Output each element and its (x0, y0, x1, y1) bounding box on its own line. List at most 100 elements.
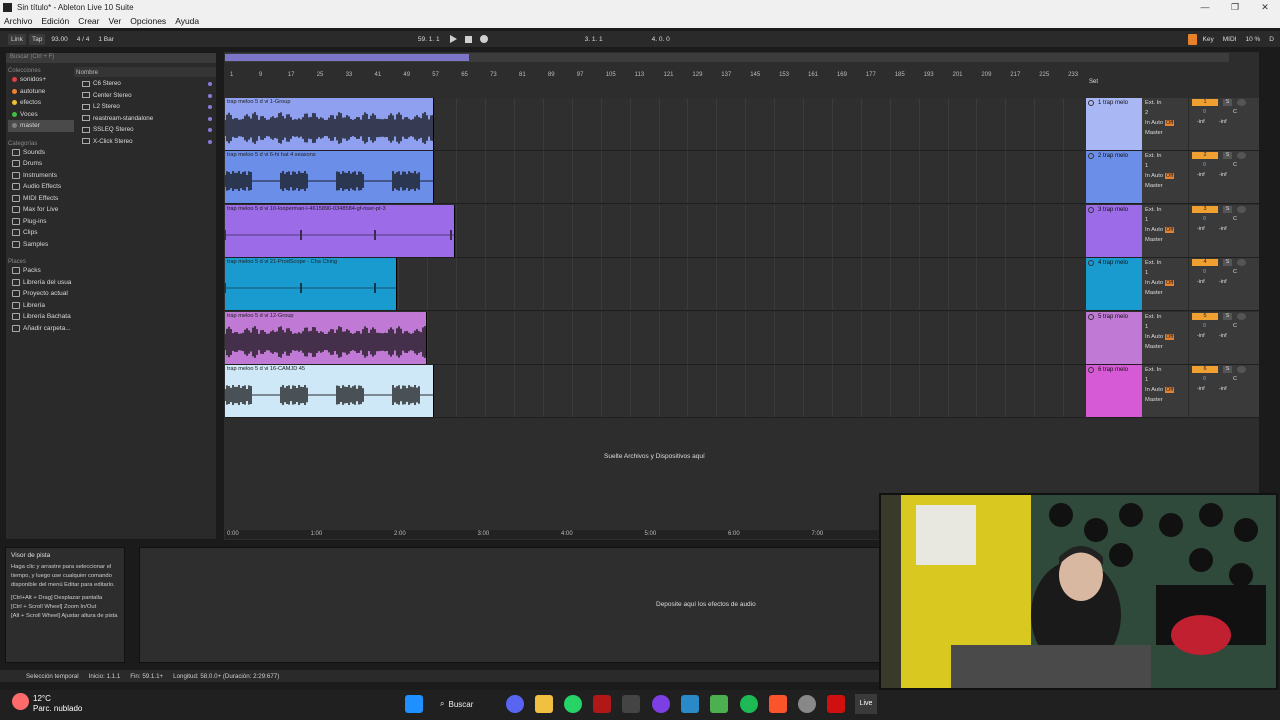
track-activator-button[interactable]: 3 (1192, 205, 1218, 213)
collection-item[interactable]: sonidos+ (8, 74, 74, 86)
menu-edicion[interactable]: Edición (41, 16, 69, 26)
input-channel-select[interactable]: 1 (1142, 161, 1188, 171)
weather-widget[interactable]: 12°C Parc. nublado (33, 694, 82, 714)
solo-button[interactable]: S (1223, 99, 1232, 106)
windows-start-icon[interactable] (405, 695, 423, 713)
place-item[interactable]: Librería del usua (8, 277, 74, 289)
monitor-auto-button[interactable]: Auto (1151, 173, 1163, 179)
fold-icon[interactable] (1088, 367, 1094, 373)
collection-item[interactable]: efectos (8, 97, 74, 109)
track-name[interactable]: 2 trap melo (1086, 151, 1142, 159)
monitor-auto-button[interactable]: Auto (1151, 280, 1163, 286)
input-type-select[interactable]: Ext. In (1142, 312, 1188, 322)
category-item[interactable]: Instruments (8, 170, 74, 182)
browser-search-input[interactable]: Buscar (Ctrl + F) (6, 53, 216, 63)
monitor-off-button[interactable]: Off (1164, 120, 1175, 126)
file-item[interactable]: Center Stereo (74, 90, 216, 102)
audio-clip[interactable]: trap meloo 5 d vi 12-Group (225, 311, 427, 364)
app-icon[interactable] (593, 695, 611, 713)
drop-effects-zone[interactable]: Deposite aquí los efectos de audio (656, 601, 756, 608)
monitor-auto-button[interactable]: Auto (1151, 227, 1163, 233)
device-detail-view[interactable] (139, 547, 881, 663)
collection-item[interactable]: Voces (8, 109, 74, 121)
menu-opciones[interactable]: Opciones (130, 16, 166, 26)
whatsapp-icon[interactable] (564, 695, 582, 713)
output-select[interactable]: Master (1142, 128, 1188, 138)
volume-value[interactable]: 0 (1203, 162, 1206, 168)
category-item[interactable]: Sounds (8, 147, 74, 159)
arrangement-overview[interactable] (225, 53, 1229, 62)
monitor-off-button[interactable]: Off (1164, 387, 1175, 393)
play-icon[interactable] (449, 35, 457, 43)
solo-button[interactable]: S (1223, 205, 1232, 213)
input-type-select[interactable]: Ext. In (1142, 365, 1188, 375)
taskbar-search[interactable]: ⌕ Buscar (440, 696, 492, 712)
monitor-auto-button[interactable]: Auto (1151, 387, 1163, 393)
volume-value[interactable]: 0 (1203, 216, 1206, 222)
place-item[interactable]: Librería Bachata (8, 311, 74, 323)
arm-button[interactable] (1237, 152, 1246, 160)
output-select[interactable]: Master (1142, 342, 1188, 352)
audio-clip[interactable]: trap meloo 5 d vi 21-ProdScope - Cha Chi… (225, 258, 397, 311)
quantize-menu[interactable]: 1 Bar (95, 36, 117, 43)
pan-value[interactable]: C (1233, 216, 1237, 222)
track-name[interactable]: 6 trap melo (1086, 365, 1142, 373)
track-activator-button[interactable]: 5 (1192, 312, 1218, 320)
time-ruler[interactable]: 0:00 1:00 2:00 3:00 4:00 5:00 6:00 7:00 (225, 530, 880, 539)
record-icon[interactable] (479, 35, 488, 43)
monitor-in-button[interactable]: In (1145, 387, 1150, 393)
track-lane[interactable]: trap meloo 5 d vi 21-ProdScope - Cha Chi… (225, 258, 1085, 312)
category-item[interactable]: Drums (8, 158, 74, 170)
output-select[interactable]: Master (1142, 288, 1188, 298)
pan-value[interactable]: C (1233, 323, 1237, 329)
input-type-select[interactable]: Ext. In (1142, 98, 1188, 108)
close-button[interactable]: ✕ (1250, 2, 1280, 13)
track-lane[interactable]: trap meloo 5 d vi 16-CAMJD 45 (225, 365, 1085, 418)
track-header[interactable]: 5 trap melo (1086, 311, 1142, 365)
brave-icon[interactable] (769, 695, 787, 713)
output-select[interactable]: Master (1142, 235, 1188, 245)
overview-selection[interactable] (225, 54, 469, 61)
file-item[interactable]: reastream-standalone (74, 113, 216, 125)
output-select[interactable]: Master (1142, 181, 1188, 191)
input-channel-select[interactable]: 1 (1142, 215, 1188, 225)
input-channel-select[interactable]: 1 (1142, 322, 1188, 332)
arrangement-position[interactable]: 59. 1. 1 (415, 36, 443, 43)
fold-icon[interactable] (1088, 313, 1094, 320)
track-lane[interactable]: trap meloo 5 d vi 1-Group (225, 98, 1085, 151)
collection-item[interactable]: autotune (8, 86, 74, 98)
collection-item[interactable]: master (8, 120, 74, 132)
ableton-taskbar-icon[interactable] (622, 695, 640, 713)
monitor-off-button[interactable]: Off (1164, 173, 1175, 180)
maximize-button[interactable]: ❐ (1220, 2, 1250, 13)
audio-clip[interactable]: trap meloo 5 d vi 1-Group (225, 98, 434, 150)
file-item[interactable]: SSLEQ Stereo (74, 124, 216, 136)
key-label[interactable]: Key (1200, 36, 1217, 43)
volume-value[interactable]: 0 (1203, 323, 1206, 329)
key-map-button[interactable] (1187, 33, 1197, 45)
app-icon[interactable] (652, 695, 670, 713)
track-lane[interactable]: trap meloo 5 d vi 10-looperman-l-4615896… (225, 204, 1085, 258)
monitor-off-button[interactable]: Off (1164, 333, 1175, 340)
file-explorer-icon[interactable] (535, 695, 553, 713)
tap-button[interactable]: Tap (28, 33, 46, 45)
arm-button[interactable] (1237, 205, 1246, 213)
input-type-select[interactable]: Ext. In (1142, 151, 1188, 161)
monitor-off-button[interactable]: Off (1164, 280, 1175, 287)
link-button[interactable]: Link (8, 33, 26, 45)
menu-ayuda[interactable]: Ayuda (175, 16, 199, 26)
arm-button[interactable] (1237, 366, 1246, 373)
fold-icon[interactable] (1088, 100, 1094, 106)
track-header[interactable]: 2 trap melo (1086, 151, 1142, 205)
app-icon[interactable] (798, 695, 816, 713)
track-activator-button[interactable]: 1 (1192, 99, 1218, 106)
place-item[interactable]: Proyecto actual (8, 288, 74, 300)
minimize-button[interactable]: — (1190, 2, 1220, 13)
track-header[interactable]: 3 trap melo (1086, 204, 1142, 258)
solo-button[interactable]: S (1223, 366, 1232, 373)
track-activator-button[interactable]: 4 (1192, 259, 1218, 267)
track-name[interactable]: 5 trap melo (1086, 312, 1142, 320)
tempo-field[interactable]: 93.00 (48, 36, 70, 43)
input-channel-select[interactable]: 1 (1142, 268, 1188, 278)
pan-value[interactable]: C (1233, 269, 1237, 275)
